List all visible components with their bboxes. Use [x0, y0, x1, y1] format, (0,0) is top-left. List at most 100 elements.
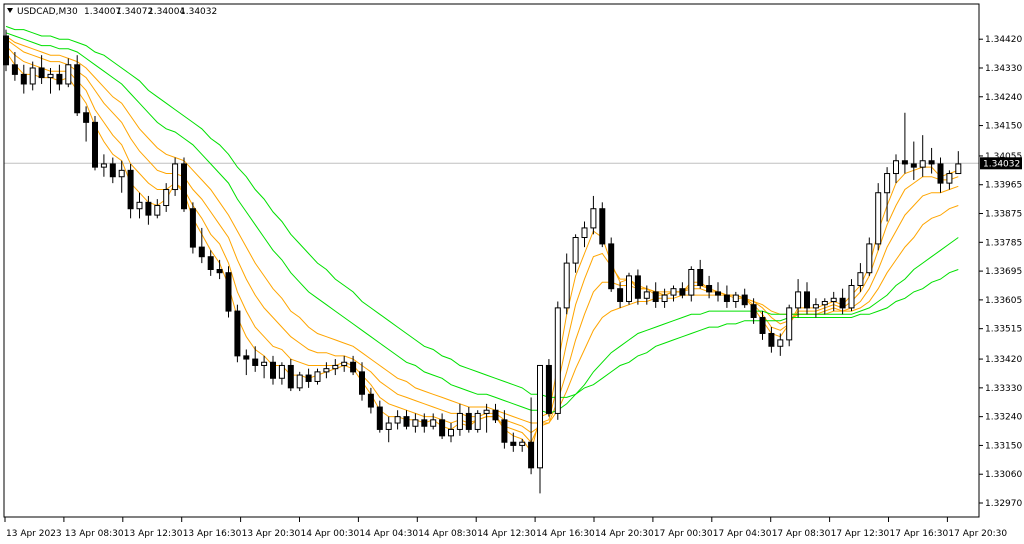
- candle-body-bull: [732, 294, 739, 302]
- candle-body-bear: [83, 112, 90, 123]
- y-tick-label: 1.33420: [985, 355, 1022, 365]
- candle-body-bull: [590, 208, 597, 229]
- candle: [563, 253, 570, 315]
- candle-body-bull: [323, 368, 330, 373]
- x-tick-label: 14 Apr 00:30: [301, 529, 360, 539]
- candle-body-bear: [759, 316, 766, 334]
- y-tick-label: 1.32970: [985, 499, 1022, 509]
- candle-body-bull: [483, 409, 490, 414]
- candle-body-bear: [804, 291, 810, 309]
- candle-body-bull: [875, 192, 882, 245]
- candle-body-bull: [812, 304, 819, 309]
- x-tick-label: 17 Apr 00:30: [654, 529, 713, 539]
- candle-body-bear: [652, 291, 659, 302]
- candle: [189, 202, 196, 254]
- candle-body-bull: [670, 288, 677, 296]
- candle-body-bull: [884, 173, 891, 194]
- y-tick-label: 1.33150: [985, 441, 1022, 451]
- candle-body-bull: [118, 169, 125, 178]
- candle-body-bear: [617, 288, 624, 302]
- candle-body-bull: [314, 371, 321, 382]
- candle: [599, 202, 606, 248]
- x-tick-label: 17 Apr 08:30: [772, 529, 831, 539]
- candle: [92, 115, 98, 171]
- candle-body-bear: [38, 67, 45, 79]
- y-tick-label: 1.34240: [985, 93, 1022, 103]
- chart-header: USDCAD,M30 1.34007 1.34072 1.34004 1.340…: [7, 7, 217, 17]
- candle-body-bull: [519, 441, 526, 446]
- candle-body-bull: [626, 275, 632, 302]
- candle-body-bull: [136, 201, 143, 210]
- candle-body-bull: [394, 416, 401, 424]
- y-tick-label: 1.34150: [985, 122, 1022, 132]
- candle-body-bull: [100, 163, 107, 168]
- candle-body-bull: [296, 374, 303, 389]
- candle: [474, 410, 481, 433]
- candle-body-bear: [465, 412, 472, 430]
- candle-body-bear: [608, 243, 615, 290]
- candle: [626, 272, 632, 305]
- candle-body-bear: [181, 163, 187, 210]
- candle-body-bull: [572, 237, 579, 264]
- x-tick-label: 13 Apr 16:30: [183, 529, 242, 539]
- candle-body-bull: [786, 307, 793, 341]
- candle-body-bull: [857, 272, 864, 286]
- x-tick-label: 17 Apr 12:30: [831, 529, 890, 539]
- candle-body-bear: [839, 297, 846, 309]
- candle-body-bull: [474, 412, 481, 430]
- candle-body-bear: [207, 256, 214, 271]
- candle-body-bear: [937, 163, 944, 184]
- candle-body-bear: [287, 364, 294, 389]
- candle-body-bear: [243, 355, 250, 360]
- x-tick-label: 14 Apr 16:30: [536, 529, 595, 539]
- x-tick-label: 17 Apr 20:30: [948, 529, 1007, 539]
- candle-body-bull: [430, 419, 437, 427]
- x-tick-label: 14 Apr 20:30: [595, 529, 654, 539]
- candle-body-bull: [554, 307, 561, 414]
- candle-body-bear: [910, 163, 917, 168]
- x-tick-label: 14 Apr 12:30: [477, 529, 536, 539]
- candle-body-bear: [305, 374, 312, 382]
- candle: [608, 237, 615, 292]
- y-tick-label: 1.34330: [985, 64, 1022, 74]
- candle-body-bear: [901, 160, 908, 165]
- candle-body-bull: [278, 364, 285, 379]
- candle: [554, 301, 561, 420]
- y-tick-label: 1.33330: [985, 384, 1022, 394]
- candle-body-bear: [715, 291, 721, 296]
- candle-body-bear: [74, 64, 81, 114]
- candle-body-bull: [821, 300, 828, 306]
- candle-body-bull: [154, 205, 161, 216]
- y-tick-label: 1.33965: [985, 181, 1022, 191]
- candle-body-bear: [11, 64, 18, 75]
- candle-body-bear: [252, 358, 259, 366]
- candle-body-bear: [510, 441, 517, 446]
- x-tick-label: 17 Apr 16:30: [890, 529, 949, 539]
- candle: [786, 304, 793, 347]
- candle-body-bear: [492, 409, 499, 421]
- candle-body-bear: [359, 371, 365, 395]
- candle-body-bear: [768, 332, 775, 347]
- y-tick-label: 1.34420: [985, 35, 1022, 45]
- candle-body-bull: [643, 291, 650, 299]
- candle-body-bull: [955, 163, 962, 175]
- x-tick-label: 14 Apr 04:30: [359, 529, 418, 539]
- y-tick-label: 1.33695: [985, 267, 1022, 277]
- candle-body-bear: [439, 419, 446, 437]
- candle-body-bull: [341, 361, 348, 366]
- candle-body-bear: [225, 272, 232, 312]
- candle-body-bear: [723, 294, 730, 302]
- candle-body-bull: [385, 422, 392, 430]
- x-tick-label: 13 Apr 08:30: [65, 529, 124, 539]
- candle-body-bull: [919, 160, 926, 168]
- candle-body-bear: [198, 246, 205, 258]
- x-tick-label: 14 Apr 08:30: [418, 529, 477, 539]
- candle-body-bear: [528, 441, 535, 469]
- candle-body-bear: [145, 201, 152, 216]
- candle-body-bull: [777, 339, 784, 347]
- chart-window: 1.34420 1.34330 1.34240 1.34150 1.34055 1.339…: [0, 0, 1024, 544]
- candle-body-bull: [47, 73, 54, 79]
- candle-body-bull: [456, 412, 463, 430]
- y-tick-label: 1.33060: [985, 470, 1022, 480]
- candle-body-bull: [412, 419, 419, 427]
